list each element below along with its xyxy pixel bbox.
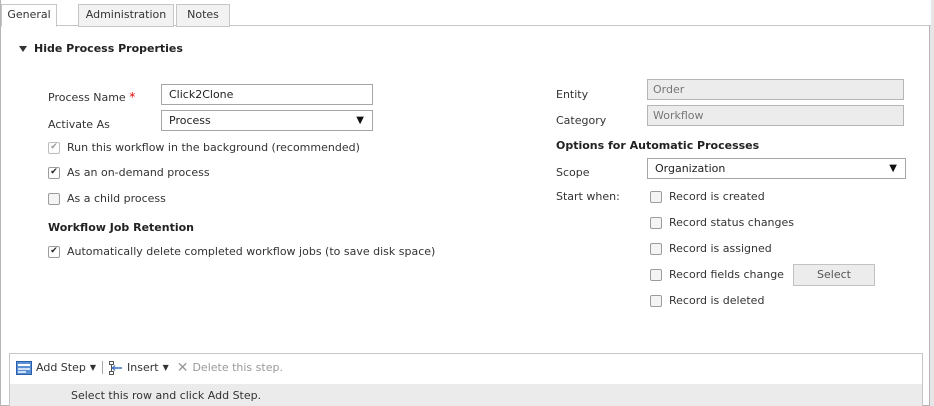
activate-as-value: Process [169,114,211,127]
record-status-label: Record status changes [669,216,795,229]
record-assigned-option: Record is assigned [650,242,772,255]
chevron-down-icon: ▼ [89,363,96,372]
delete-step-button[interactable]: ✕ Delete this step. [177,360,283,376]
chevron-down-icon: ▼ [889,163,897,174]
insert-label: Insert [127,361,159,374]
delete-step-label: Delete this step. [192,361,283,374]
add-step-label: Add Step [36,361,86,374]
category-field: Workflow [647,105,904,126]
record-created-label: Record is created [669,190,765,203]
child-process-label: As a child process [67,192,166,205]
record-status-checkbox[interactable] [650,216,662,229]
steps-toolbar: Add Step ▼ Insert ▼ ✕ Delete this step. [10,354,922,381]
scope-value: Organization [655,162,726,175]
record-deleted-option: Record is deleted [650,294,764,307]
chevron-down-icon: ▼ [356,115,364,126]
required-mark: * [129,90,136,104]
record-assigned-label: Record is assigned [669,242,772,255]
tab-general[interactable]: General [1,4,57,27]
record-deleted-label: Record is deleted [669,294,765,307]
record-created-option: Record is created [650,190,765,203]
record-status-option: Record status changes [650,216,794,229]
options-automatic-header: Options for Automatic Processes [556,139,760,152]
process-name-field[interactable]: Click2Clone [161,84,373,105]
record-fields-label: Record fields change [669,268,784,281]
record-assigned-checkbox[interactable] [650,242,662,255]
insert-icon [109,360,122,375]
scope-select[interactable]: Organization ▼ [647,158,906,179]
run-background-checkbox: ✔ [48,141,60,154]
auto-delete-checkbox[interactable]: ✔ [48,245,60,258]
auto-delete-option: ✔ Automatically delete completed workflo… [48,245,435,258]
tab-strip: General Administration Notes [1,0,931,27]
add-step-button[interactable]: Add Step ▼ [16,360,96,375]
toolbar-divider [102,361,103,374]
empty-step-row[interactable]: Select this row and click Add Step. [10,384,922,406]
record-created-checkbox[interactable] [650,190,662,203]
entity-label: Entity [556,88,589,101]
auto-delete-label: Automatically delete completed workflow … [67,245,436,258]
steps-designer: Add Step ▼ Insert ▼ ✕ Delete this step. [9,353,923,406]
add-step-icon [16,360,32,375]
chevron-down-icon: ▼ [162,363,169,372]
activate-as-select[interactable]: Process ▼ [161,110,373,131]
on-demand-option: ✔ As an on-demand process [48,166,210,179]
child-process-checkbox[interactable] [48,192,60,205]
run-background-option: ✔ Run this workflow in the background (r… [48,141,360,154]
scope-label: Scope [556,166,590,179]
record-fields-option: Record fields change [650,268,784,281]
hide-process-properties-toggle[interactable]: Hide Process Properties [19,42,183,55]
step-hint-text: Select this row and click Add Step. [71,389,262,402]
record-fields-checkbox[interactable] [650,268,662,281]
run-background-label: Run this workflow in the background (rec… [67,141,360,154]
process-editor: General Administration Notes Hide Proces… [0,0,931,406]
section-title: Hide Process Properties [34,42,183,55]
activate-as-label: Activate As [48,118,110,131]
tab-administration[interactable]: Administration [78,4,174,27]
tab-notes[interactable]: Notes [176,4,230,27]
child-process-option: As a child process [48,192,166,205]
process-name-label-text: Process Name [48,91,126,104]
caret-down-icon [19,45,27,52]
on-demand-label: As an on-demand process [67,166,210,179]
category-label: Category [556,114,607,127]
select-fields-button[interactable]: Select [793,264,875,286]
close-icon: ✕ [176,359,189,376]
on-demand-checkbox[interactable]: ✔ [48,166,60,179]
process-name-label: Process Name * [48,90,135,104]
record-deleted-checkbox[interactable] [650,294,662,307]
workflow-job-retention-header: Workflow Job Retention [48,221,194,234]
start-when-label: Start when: [556,190,620,203]
entity-field: Order [647,79,904,100]
insert-button[interactable]: Insert ▼ [109,360,169,375]
